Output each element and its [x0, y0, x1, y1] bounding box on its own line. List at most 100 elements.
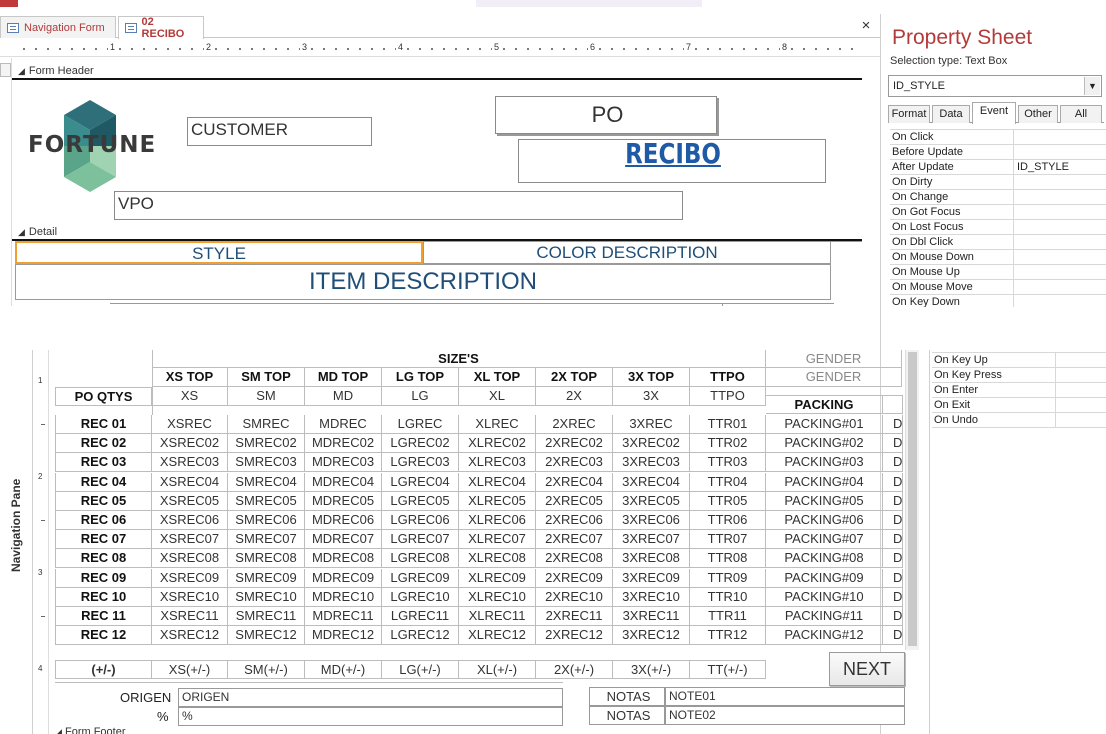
- style-field[interactable]: STYLE: [15, 241, 423, 264]
- size-cell[interactable]: XLREC11: [459, 607, 536, 626]
- size-cell[interactable]: 3XREC05: [613, 491, 690, 511]
- close-icon[interactable]: ×: [856, 16, 876, 36]
- property-row[interactable]: On Key Up: [932, 353, 1106, 368]
- packing-cell[interactable]: PACKING#07: [766, 530, 883, 550]
- size-cell[interactable]: 2XREC05: [536, 491, 613, 511]
- packing-extra-cell[interactable]: D: [883, 415, 903, 434]
- size-cell[interactable]: XLREC05: [459, 491, 536, 511]
- detail-bar[interactable]: ◢ Detail: [12, 224, 862, 240]
- size-cell[interactable]: TTR09: [690, 568, 766, 588]
- size-cell[interactable]: TTR08: [690, 549, 766, 569]
- size-cell[interactable]: LGREC02: [382, 434, 459, 454]
- color-description-field[interactable]: COLOR DESCRIPTION: [423, 241, 831, 264]
- property-row[interactable]: On Dbl Click: [890, 235, 1106, 250]
- po-qty-cell[interactable]: LG: [382, 387, 459, 406]
- size-cell[interactable]: 3XREC04: [613, 472, 690, 492]
- size-cell[interactable]: LGREC11: [382, 607, 459, 626]
- packing-extra-cell[interactable]: D: [883, 453, 903, 473]
- packing-cell[interactable]: PACKING#01: [766, 415, 883, 434]
- property-row[interactable]: On Mouse Down: [890, 250, 1106, 265]
- property-row[interactable]: On Click: [890, 130, 1106, 145]
- property-row[interactable]: On Got Focus: [890, 205, 1106, 220]
- size-cell[interactable]: LGREC: [382, 415, 459, 434]
- packing-extra-cell[interactable]: D: [883, 587, 903, 607]
- size-cell[interactable]: SMREC05: [228, 491, 305, 511]
- packing-extra-cell[interactable]: D: [883, 491, 903, 511]
- plus-minus-cell[interactable]: TT(+/-): [690, 660, 766, 679]
- size-cell[interactable]: SMREC: [228, 415, 305, 434]
- property-row[interactable]: Before Update: [890, 145, 1106, 160]
- gender-field[interactable]: GENDER: [766, 368, 902, 387]
- tab-other[interactable]: Other: [1018, 105, 1058, 123]
- size-cell[interactable]: SMREC07: [228, 530, 305, 550]
- item-description-field[interactable]: ITEM DESCRIPTION: [15, 264, 831, 300]
- property-row[interactable]: After Update ID_STYLE: [890, 160, 1106, 175]
- size-cell[interactable]: 2XREC02: [536, 434, 613, 454]
- notas-field[interactable]: NOTE02: [665, 706, 905, 725]
- size-cell[interactable]: XLREC06: [459, 511, 536, 530]
- size-cell[interactable]: XLREC07: [459, 530, 536, 550]
- size-cell[interactable]: TTR10: [690, 587, 766, 607]
- size-cell[interactable]: MDREC03: [305, 453, 382, 473]
- tab-all[interactable]: All: [1060, 105, 1102, 123]
- size-cell[interactable]: 2XREC08: [536, 549, 613, 569]
- size-cell[interactable]: TTR02: [690, 434, 766, 454]
- po-field[interactable]: PO: [495, 96, 717, 134]
- size-cell[interactable]: MDREC04: [305, 472, 382, 492]
- size-cell[interactable]: XSREC03: [152, 453, 228, 473]
- size-cell[interactable]: MDREC05: [305, 491, 382, 511]
- size-cell[interactable]: LGREC12: [382, 626, 459, 646]
- size-cell[interactable]: 3XREC08: [613, 549, 690, 569]
- size-cell[interactable]: 3XREC03: [613, 453, 690, 473]
- size-cell[interactable]: LGREC09: [382, 568, 459, 588]
- packing-extra-cell[interactable]: D: [883, 607, 903, 626]
- size-cell[interactable]: 3XREC02: [613, 434, 690, 454]
- chevron-down-icon[interactable]: ▼: [1084, 77, 1100, 95]
- size-cell[interactable]: 2XREC03: [536, 453, 613, 473]
- packing-cell[interactable]: PACKING#08: [766, 549, 883, 569]
- property-row[interactable]: On Change: [890, 190, 1106, 205]
- size-cell[interactable]: TTR05: [690, 491, 766, 511]
- size-cell[interactable]: XLREC03: [459, 453, 536, 473]
- size-cell[interactable]: XLREC10: [459, 587, 536, 607]
- size-cell[interactable]: 3XREC: [613, 415, 690, 434]
- size-cell[interactable]: MDREC12: [305, 626, 382, 646]
- tab-data[interactable]: Data: [932, 105, 970, 123]
- customer-field[interactable]: CUSTOMER: [187, 117, 372, 146]
- percent-field[interactable]: %: [178, 707, 563, 726]
- size-cell[interactable]: LGREC06: [382, 511, 459, 530]
- size-cell[interactable]: 2XREC07: [536, 530, 613, 550]
- size-cell[interactable]: XSREC05: [152, 491, 228, 511]
- size-cell[interactable]: XSREC: [152, 415, 228, 434]
- size-cell[interactable]: TTR03: [690, 453, 766, 473]
- packing-extra-cell[interactable]: D: [883, 549, 903, 569]
- size-cell[interactable]: 2XREC04: [536, 472, 613, 492]
- packing-extra-cell[interactable]: D: [883, 626, 903, 646]
- plus-minus-cell[interactable]: XL(+/-): [459, 660, 536, 679]
- size-cell[interactable]: 3XREC07: [613, 530, 690, 550]
- size-cell[interactable]: MDREC07: [305, 530, 382, 550]
- tab-format[interactable]: Format: [888, 105, 930, 123]
- size-cell[interactable]: XSREC09: [152, 568, 228, 588]
- size-cell[interactable]: 2XREC11: [536, 607, 613, 626]
- size-cell[interactable]: SMREC08: [228, 549, 305, 569]
- size-cell[interactable]: TTR07: [690, 530, 766, 550]
- size-cell[interactable]: SMREC11: [228, 607, 305, 626]
- packing-cell[interactable]: PACKING#09: [766, 568, 883, 588]
- packing-extra-cell[interactable]: D: [883, 511, 903, 530]
- size-cell[interactable]: XSREC11: [152, 607, 228, 626]
- packing-extra-cell[interactable]: D: [883, 472, 903, 492]
- size-cell[interactable]: XSREC02: [152, 434, 228, 454]
- size-cell[interactable]: 3XREC10: [613, 587, 690, 607]
- size-cell[interactable]: MDREC: [305, 415, 382, 434]
- size-cell[interactable]: 2XREC09: [536, 568, 613, 588]
- scroll-thumb[interactable]: [908, 352, 917, 646]
- size-cell[interactable]: LGREC04: [382, 472, 459, 492]
- size-cell[interactable]: LGREC07: [382, 530, 459, 550]
- size-cell[interactable]: 3XREC06: [613, 511, 690, 530]
- size-cell[interactable]: MDREC02: [305, 434, 382, 454]
- size-cell[interactable]: XLREC: [459, 415, 536, 434]
- tab-navigation-form[interactable]: Navigation Form: [0, 16, 116, 38]
- plus-minus-cell[interactable]: SM(+/-): [228, 660, 305, 679]
- plus-minus-cell[interactable]: 3X(+/-): [613, 660, 690, 679]
